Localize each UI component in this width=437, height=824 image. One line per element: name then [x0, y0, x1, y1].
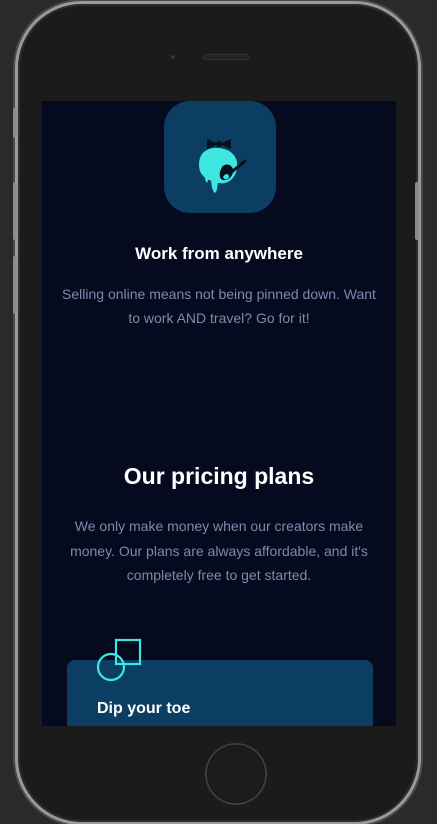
toucan-brush-icon	[199, 139, 247, 193]
power-button	[415, 182, 419, 240]
feature-description: Selling online means not being pinned do…	[62, 286, 376, 326]
phone-screen: Work from anywhere Selling online means …	[42, 101, 396, 726]
pricing-section-description: We only make money when our creators mak…	[70, 518, 368, 583]
pricing-section-title: Our pricing plans	[123, 463, 315, 489]
silent-switch	[13, 108, 17, 138]
device-mockup: Work from anywhere Selling online means …	[0, 0, 437, 824]
plan-name: Dip your toe	[97, 700, 191, 717]
overlapping-shapes-icon	[96, 638, 142, 682]
front-camera	[170, 54, 176, 60]
volume-up-button	[13, 182, 17, 240]
home-button[interactable]	[207, 745, 265, 803]
volume-down-button	[13, 256, 17, 314]
earpiece-speaker	[203, 54, 249, 60]
feature-title: Work from anywhere	[135, 244, 303, 263]
toucan-brush-app-icon	[164, 101, 276, 213]
